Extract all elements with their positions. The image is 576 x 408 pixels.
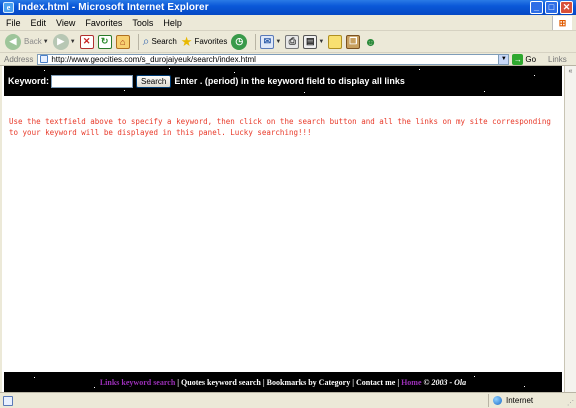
menu-bar: File Edit View Favorites Tools Help ⊞: [0, 15, 576, 31]
forward-arrow-icon: ▶: [52, 33, 69, 50]
toolbar-separator: [255, 33, 257, 50]
research-button[interactable]: ❐: [346, 34, 361, 49]
window-title: Index.html - Microsoft Internet Explorer: [18, 2, 209, 13]
magnifier-icon: ⌕: [142, 34, 150, 48]
back-dropdown-icon[interactable]: ▼: [43, 39, 49, 45]
title-bar[interactable]: e Index.html - Microsoft Internet Explor…: [0, 0, 576, 15]
back-arrow-icon: ◀: [5, 33, 21, 50]
history-button[interactable]: ◷: [231, 33, 248, 50]
mail-button[interactable]: ✉ ▼: [260, 34, 281, 49]
resize-grip-icon[interactable]: ⋰: [567, 399, 574, 407]
stop-icon: ✕: [79, 34, 94, 49]
home-button[interactable]: ⌂: [115, 34, 130, 49]
footer-link-quotes-search[interactable]: Quotes keyword search: [181, 378, 261, 387]
links-toolbar[interactable]: Links: [548, 55, 567, 64]
favorites-toolbar-button[interactable]: ★ Favorites: [181, 34, 228, 50]
right-scroll-panel[interactable]: «: [564, 66, 576, 392]
expand-chevron-icon[interactable]: «: [566, 68, 575, 78]
search-toolbar-button[interactable]: ⌕ Search: [143, 34, 177, 49]
mail-dropdown-icon[interactable]: ▼: [275, 39, 281, 45]
messenger-icon: ☻: [364, 34, 377, 49]
toolbar-separator: [137, 33, 139, 50]
search-header: Keyword: Search Enter . (period) in the …: [4, 66, 562, 96]
edit-icon: ▤: [303, 34, 318, 49]
security-zone: Internet: [488, 394, 570, 407]
footer-nav: Links keyword search | Quotes keyword se…: [4, 372, 562, 392]
go-label: Go: [525, 54, 537, 64]
print-button[interactable]: ⎙: [285, 34, 300, 49]
search-toolbar-label: Search: [151, 37, 177, 46]
address-dropdown-icon[interactable]: ▼: [498, 54, 509, 64]
star-icon: ★: [180, 33, 193, 49]
note-icon: [328, 34, 343, 49]
windows-logo-icon: ⊞: [552, 16, 572, 30]
favorites-toolbar-label: Favorites: [194, 37, 228, 46]
home-icon: ⌂: [115, 34, 130, 49]
menu-edit[interactable]: Edit: [31, 18, 47, 28]
toolbar: ◀ Back ▼ ▶ ▼ ✕ ↻ ⌂ ⌕ Search ★ Favorites …: [0, 31, 576, 53]
address-bar: Address http://www.geocities.com/s_duroj…: [0, 53, 576, 66]
window-controls: _ □ ✕: [530, 1, 573, 14]
keyword-hint: Enter . (period) in the keyword field to…: [174, 76, 405, 86]
go-button[interactable]: → Go: [512, 53, 537, 65]
printer-icon: ⎙: [285, 34, 300, 49]
menu-tools[interactable]: Tools: [132, 18, 153, 28]
discuss-button[interactable]: [328, 34, 343, 49]
keyword-input[interactable]: [51, 74, 134, 88]
page-content: Keyword: Search Enter . (period) in the …: [2, 66, 564, 392]
back-label: Back: [24, 37, 42, 46]
menu-view[interactable]: View: [56, 18, 75, 28]
footer-copyright: © 2003 -: [421, 377, 455, 387]
globe-icon: [493, 396, 502, 405]
refresh-button[interactable]: ↻: [97, 34, 112, 49]
history-icon: ◷: [231, 33, 248, 50]
address-label: Address: [4, 54, 34, 64]
footer-link-home[interactable]: Home: [401, 378, 421, 387]
forward-button[interactable]: ▶ ▼: [52, 33, 76, 50]
edit-button[interactable]: ▤ ▼: [303, 34, 324, 49]
maximize-button[interactable]: □: [545, 1, 558, 14]
status-bar: Internet ⋰: [0, 392, 576, 408]
close-button[interactable]: ✕: [560, 1, 573, 14]
address-url: http://www.geocities.com/s_durojaiyeuk/s…: [51, 54, 256, 64]
menu-file[interactable]: File: [6, 18, 21, 28]
menu-help[interactable]: Help: [163, 18, 182, 28]
page-status-icon: [3, 395, 13, 406]
mail-icon: ✉: [260, 34, 275, 49]
edit-dropdown-icon[interactable]: ▼: [318, 39, 324, 45]
footer-link-bookmarks[interactable]: Bookmarks by Category: [267, 378, 351, 387]
go-arrow-icon: →: [512, 53, 524, 65]
zone-label: Internet: [506, 396, 534, 405]
research-icon: ❐: [346, 34, 361, 49]
stop-button[interactable]: ✕: [79, 34, 94, 49]
back-button[interactable]: ◀ Back ▼: [5, 33, 49, 50]
menu-favorites[interactable]: Favorites: [85, 18, 122, 28]
ie-icon: e: [3, 2, 14, 13]
messenger-button[interactable]: ☻: [364, 35, 377, 49]
footer-link-links-search[interactable]: Links keyword search: [100, 378, 175, 387]
instructions-text: Use the textfield above to specify a key…: [9, 117, 551, 137]
refresh-icon: ↻: [97, 34, 112, 49]
page-icon: [40, 55, 49, 63]
footer-link-contact[interactable]: Contact me: [356, 378, 395, 387]
minimize-button[interactable]: _: [530, 1, 543, 14]
address-input[interactable]: http://www.geocities.com/s_durojaiyeuk/s…: [37, 53, 510, 65]
forward-dropdown-icon[interactable]: ▼: [70, 39, 76, 45]
footer-author: Ola: [454, 377, 467, 387]
keyword-label: Keyword:: [8, 76, 50, 86]
search-button[interactable]: Search: [136, 74, 172, 88]
